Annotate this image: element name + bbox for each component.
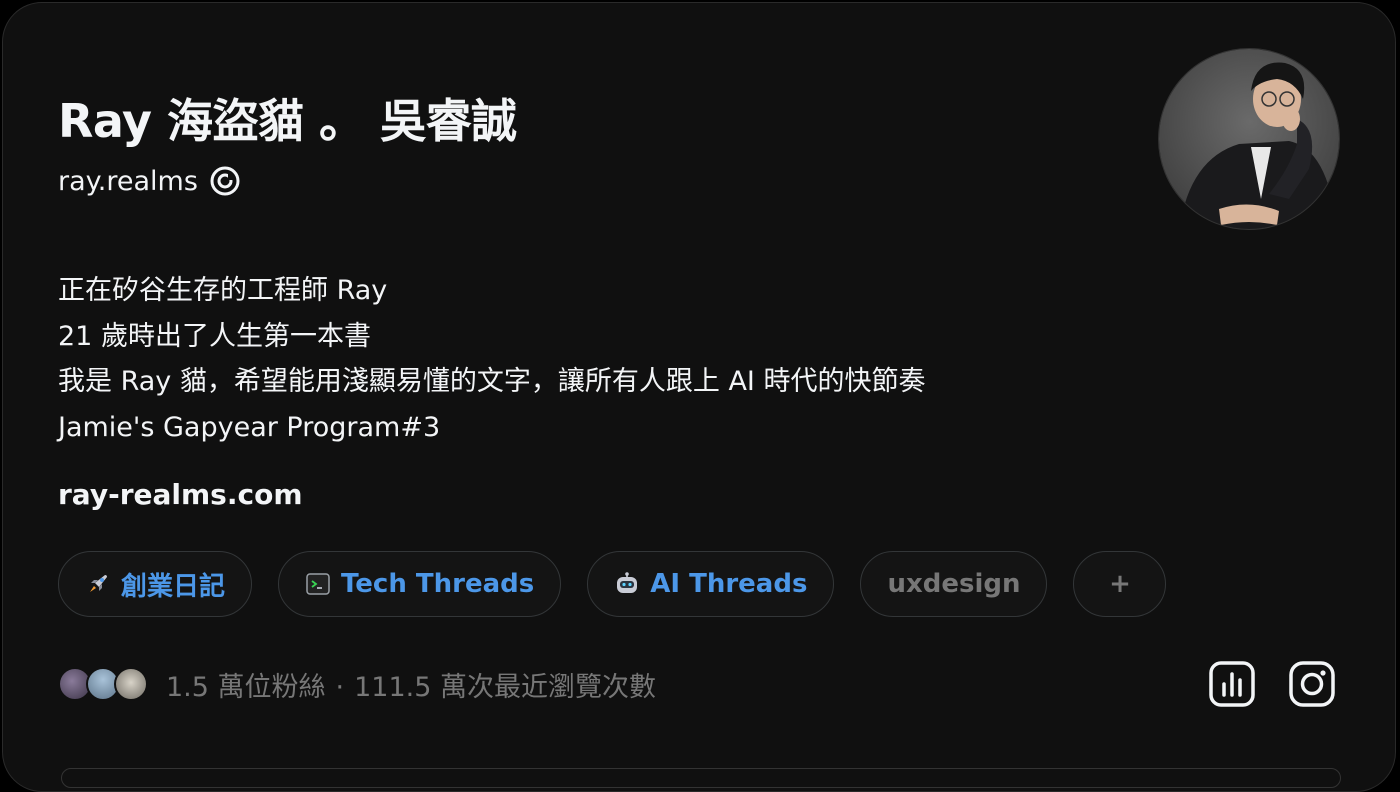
profile-avatar[interactable] bbox=[1158, 48, 1340, 230]
tag-ai-threads[interactable]: AI Threads bbox=[587, 551, 835, 617]
tag-tech-threads[interactable]: Tech Threads bbox=[278, 551, 562, 617]
robot-icon bbox=[614, 571, 640, 597]
profile-website-link[interactable]: ray-realms.com bbox=[58, 478, 303, 511]
stats-separator: · bbox=[335, 671, 345, 703]
insights-icon[interactable] bbox=[1207, 659, 1257, 709]
tag-label: Tech Threads bbox=[341, 569, 535, 599]
tag-label: uxdesign bbox=[887, 569, 1021, 599]
bio-line: 正在矽谷生存的工程師 Ray bbox=[58, 275, 388, 306]
tag-label: AI Threads bbox=[650, 569, 808, 599]
profile-stats: 1.5 萬位粉絲 · 111.5 萬次最近瀏覽次數 bbox=[58, 663, 656, 705]
threads-icon[interactable] bbox=[208, 164, 242, 198]
profile-card: Ray 海盜貓 。 吳睿誠 ray.realms 正在矽谷生存的工程師 Ray … bbox=[2, 2, 1396, 792]
profile-handle[interactable]: ray.realms bbox=[58, 166, 198, 197]
profile-name: Ray 海盜貓 。 吳睿誠 bbox=[58, 94, 517, 148]
bio-line: 我是 Ray 貓，希望能用淺顯易懂的文字，讓所有人跟上 AI 時代的快節奏 bbox=[58, 366, 926, 397]
followers-count[interactable]: 1.5 萬位粉絲 bbox=[166, 672, 326, 703]
terminal-icon bbox=[305, 571, 331, 597]
stats-text: 1.5 萬位粉絲 · 111.5 萬次最近瀏覽次數 bbox=[166, 665, 656, 704]
next-card-edge bbox=[61, 768, 1341, 788]
instagram-icon[interactable] bbox=[1287, 659, 1337, 709]
bio-line: Jamie's Gapyear Program#3 bbox=[58, 411, 441, 443]
tag-label: 創業日記 bbox=[121, 571, 226, 602]
topic-tags: 創業日記 Tech Threads AI Threads uxdesign + bbox=[58, 551, 1167, 617]
profile-bio: 正在矽谷生存的工程師 Ray 21 歲時出了人生第一本書 我是 Ray 貓，希望… bbox=[58, 268, 1138, 450]
bio-line: 21 歲時出了人生第一本書 bbox=[58, 320, 371, 352]
rocket-icon bbox=[85, 571, 111, 597]
views-count: 111.5 萬次最近瀏覽次數 bbox=[354, 671, 657, 703]
handle-row: ray.realms bbox=[58, 161, 242, 201]
add-tag-button[interactable]: + bbox=[1073, 551, 1167, 617]
profile-actions bbox=[1207, 659, 1337, 709]
follower-avatar bbox=[114, 667, 148, 701]
tag-startup-diary[interactable]: 創業日記 bbox=[58, 551, 253, 617]
tag-uxdesign[interactable]: uxdesign bbox=[860, 551, 1048, 617]
follower-avatars[interactable] bbox=[58, 667, 148, 701]
plus-icon: + bbox=[1109, 569, 1131, 599]
